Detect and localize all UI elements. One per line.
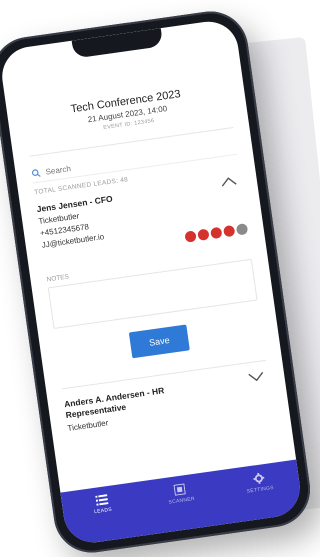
flame-icon[interactable] [210,226,223,240]
tab-label: SCANNER [168,496,196,506]
qr-scanner-icon [173,483,187,496]
chevron-down-icon[interactable] [248,371,265,382]
flame-icon[interactable] [197,228,210,241]
tab-settings[interactable]: SETTINGS [228,469,290,497]
save-button[interactable]: Save [128,324,190,359]
tab-scanner[interactable]: SCANNER [150,480,212,508]
notes-field[interactable] [47,258,258,330]
lead-card[interactable]: Anders A. Andersen - HR Representative T… [63,371,272,433]
search-icon [31,168,41,177]
tab-label: SETTINGS [246,484,275,495]
gear-icon [253,472,265,484]
list-icon [94,494,109,506]
flame-icon[interactable] [222,224,236,238]
flame-icon[interactable] [184,230,197,243]
tab-leads[interactable]: LEADS [71,491,133,518]
tab-label: LEADS [93,506,113,516]
flame-icon[interactable] [235,223,249,236]
bottom-tab-bar: LEADS SCANNER SETTINGS [60,459,304,547]
